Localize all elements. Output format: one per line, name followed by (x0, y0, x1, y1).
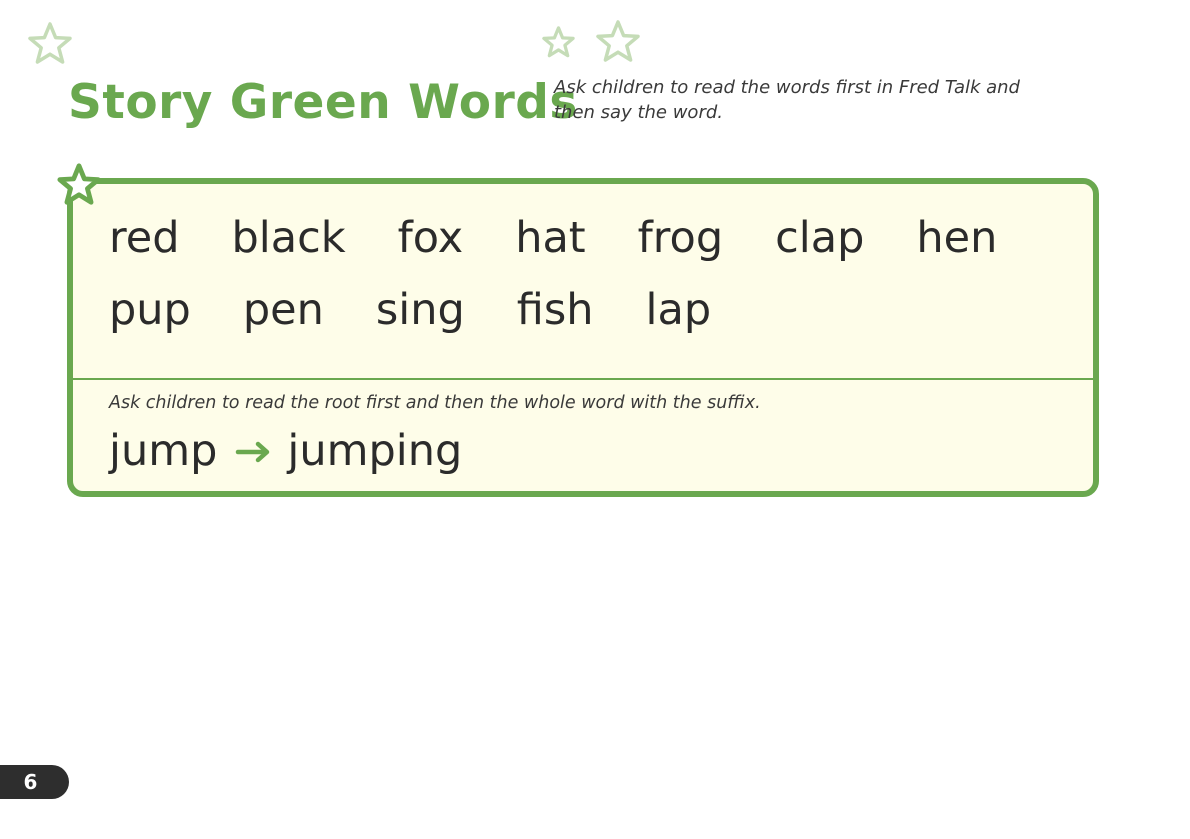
page-instruction: Ask children to read the words first in … (554, 77, 1020, 123)
word: sing (375, 285, 465, 335)
word: frog (637, 213, 724, 263)
star-filled-corner-icon (57, 163, 101, 205)
word: hat (515, 213, 586, 263)
suffix-instruction: Ask children to read the root first and … (109, 393, 761, 413)
word: fish (516, 285, 594, 335)
star-outline-icon (28, 22, 72, 64)
root-word: jump (109, 426, 218, 476)
word: clap (775, 213, 865, 263)
page: { "header": { "title": "Story Green Word… (0, 0, 1190, 839)
page-number: 6 (0, 765, 69, 799)
suffix-example: jump jumping (109, 425, 1063, 477)
suffix-section: Ask children to read the root first and … (109, 391, 1063, 477)
right-arrow-icon (236, 441, 270, 463)
page-title: Story Green Words (68, 75, 578, 130)
word: pup (109, 285, 191, 335)
word: fox (397, 213, 464, 263)
word-row-1: red black fox hat frog clap hen (109, 208, 997, 268)
word-row-2: pup pen sing fish lap (109, 280, 711, 340)
star-outline-icon (596, 20, 640, 62)
star-outline-icon (542, 26, 575, 58)
green-words-box: red black fox hat frog clap hen pup pen … (67, 178, 1099, 497)
word: hen (916, 213, 998, 263)
word-list-area: red black fox hat frog clap hen pup pen … (73, 184, 1093, 380)
word: black (231, 213, 346, 263)
word: lap (645, 285, 712, 335)
word: pen (242, 285, 324, 335)
suffixed-word: jumping (287, 426, 463, 476)
word: red (109, 213, 180, 263)
